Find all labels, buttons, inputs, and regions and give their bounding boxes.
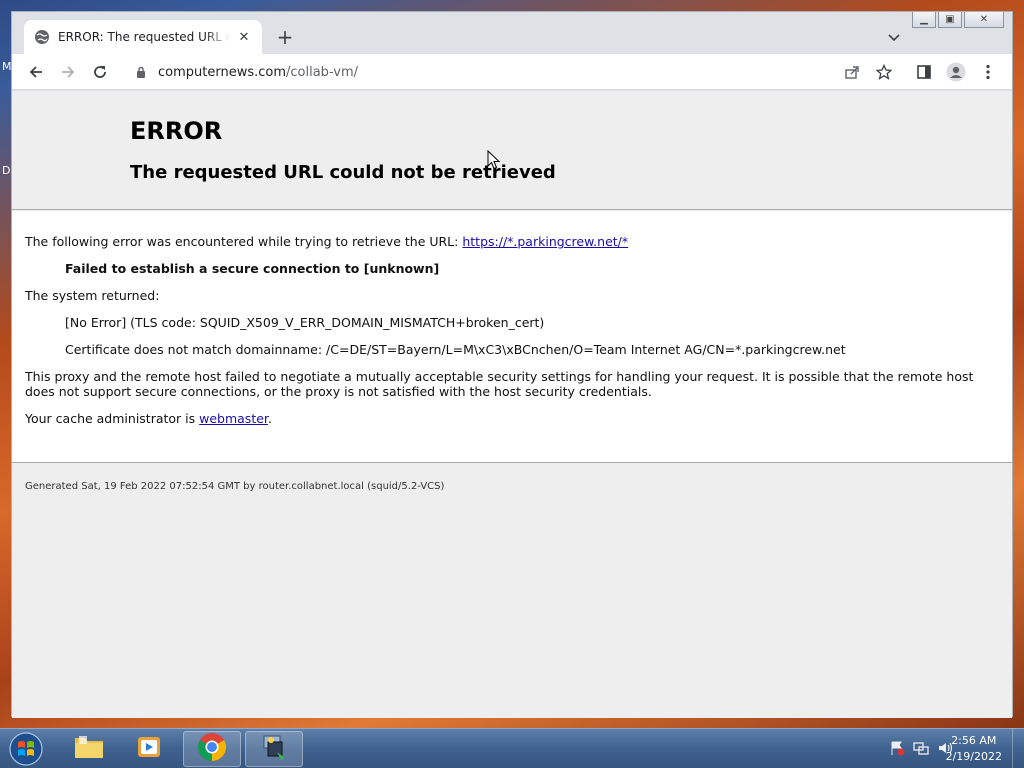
system-returned-label: The system returned: — [25, 288, 160, 303]
intro-text: The following error was encountered whil… — [25, 234, 463, 249]
page-content: ERROR The requested URL could not be ret… — [12, 91, 1012, 718]
admin-line: Your cache administrator is webmaster. — [25, 411, 272, 426]
media-player-icon — [136, 734, 162, 764]
browser-window: ERROR: The requested URL could not be re… — [11, 11, 1013, 718]
taskbar-media-player[interactable] — [120, 731, 178, 767]
action-center-flag-icon[interactable] — [888, 739, 906, 757]
taskbar: 2:56 AM 2/19/2022 — [0, 728, 1024, 768]
back-icon[interactable] — [26, 62, 46, 82]
forward-icon[interactable] — [58, 62, 78, 82]
network-tool-icon — [259, 732, 289, 766]
minimize-button[interactable]: ▁ — [912, 12, 936, 28]
start-button[interactable] — [6, 730, 46, 768]
url-host: computernews.com — [158, 64, 287, 80]
maximize-button[interactable]: ▣ — [938, 12, 962, 28]
share-icon[interactable] — [842, 62, 862, 82]
explanation-text: This proxy and the remote host failed to… — [25, 369, 974, 399]
intro-line: The following error was encountered whil… — [25, 234, 628, 249]
chrome-icon — [197, 732, 227, 766]
desktop-icon-label: D — [2, 164, 11, 177]
browser-toolbar: computernews.com/collab-vm/ — [12, 54, 1012, 90]
system-error-text: [No Error] (TLS code: SQUID_X509_V_ERR_D… — [65, 315, 545, 330]
admin-suffix: . — [267, 411, 272, 426]
mouse-cursor-icon — [487, 149, 501, 170]
chevron-down-icon[interactable] — [884, 28, 904, 48]
browser-tab[interactable]: ERROR: The requested URL could not be re… — [24, 20, 262, 54]
new-tab-button[interactable]: + — [274, 25, 296, 49]
requested-url-link[interactable]: https://*.parkingcrew.net/* — [462, 234, 628, 249]
taskbar-chrome[interactable] — [183, 731, 241, 767]
bookmark-star-icon[interactable] — [874, 62, 894, 82]
taskbar-network-tool[interactable] — [245, 731, 303, 767]
tab-title: ERROR: The requested URL could not be re… — [58, 30, 230, 44]
window-controls: ▁ ▣ ✕ — [912, 12, 1004, 28]
globe-icon — [34, 29, 50, 45]
side-panel-icon[interactable] — [914, 62, 934, 82]
show-desktop-button[interactable] — [1012, 729, 1024, 768]
webmaster-link[interactable]: webmaster — [199, 411, 268, 426]
title-bar: ERROR: The requested URL could not be re… — [12, 12, 1012, 54]
close-tab-icon[interactable]: ✕ — [236, 29, 252, 45]
reload-icon[interactable] — [90, 62, 110, 82]
taskbar-explorer[interactable] — [60, 731, 118, 767]
lock-icon[interactable] — [134, 65, 148, 79]
clock-time: 2:56 AM — [951, 734, 997, 747]
menu-dots-icon[interactable] — [978, 62, 998, 82]
page-title: ERROR — [130, 117, 223, 145]
admin-text: Your cache administrator is — [25, 411, 200, 426]
network-icon[interactable] — [912, 739, 930, 757]
profile-avatar-icon[interactable] — [946, 62, 966, 82]
folder-icon — [73, 734, 105, 764]
address-bar[interactable]: computernews.com/collab-vm/ — [124, 57, 900, 87]
error-body: The following error was encountered whil… — [12, 211, 1012, 463]
close-window-button[interactable]: ✕ — [964, 12, 1004, 28]
taskbar-clock[interactable]: 2:56 AM 2/19/2022 — [946, 733, 1002, 765]
error-message: Failed to establish a secure connection … — [65, 261, 440, 276]
certificate-detail: Certificate does not match domainname: /… — [65, 342, 846, 357]
url-path: /collab-vm/ — [286, 64, 359, 80]
system-tray — [888, 739, 954, 757]
clock-date: 2/19/2022 — [945, 750, 1002, 763]
page-footer: Generated Sat, 19 Feb 2022 07:52:54 GMT … — [25, 481, 445, 492]
error-header: ERROR The requested URL could not be ret… — [12, 91, 1012, 210]
